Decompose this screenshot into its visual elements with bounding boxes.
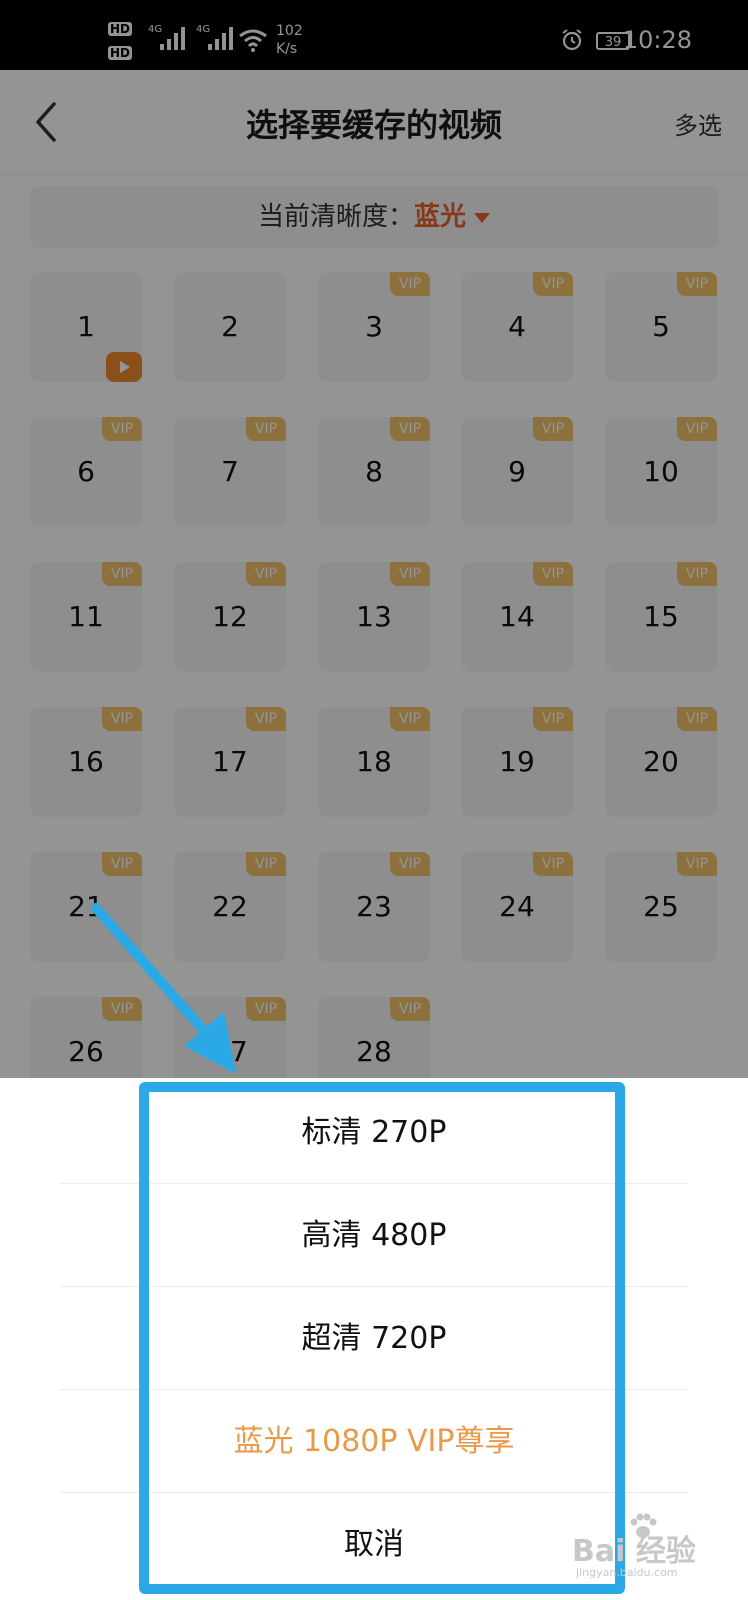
highlight-frame [139,1082,625,1594]
modal-backdrop[interactable] [0,0,748,1078]
watermark-url: jingyan.baidu.com [576,1566,678,1579]
watermark-brand: Bai 经验 [572,1534,696,1569]
watermark: Bai 经验 jingyan.baidu.com [572,1513,722,1590]
